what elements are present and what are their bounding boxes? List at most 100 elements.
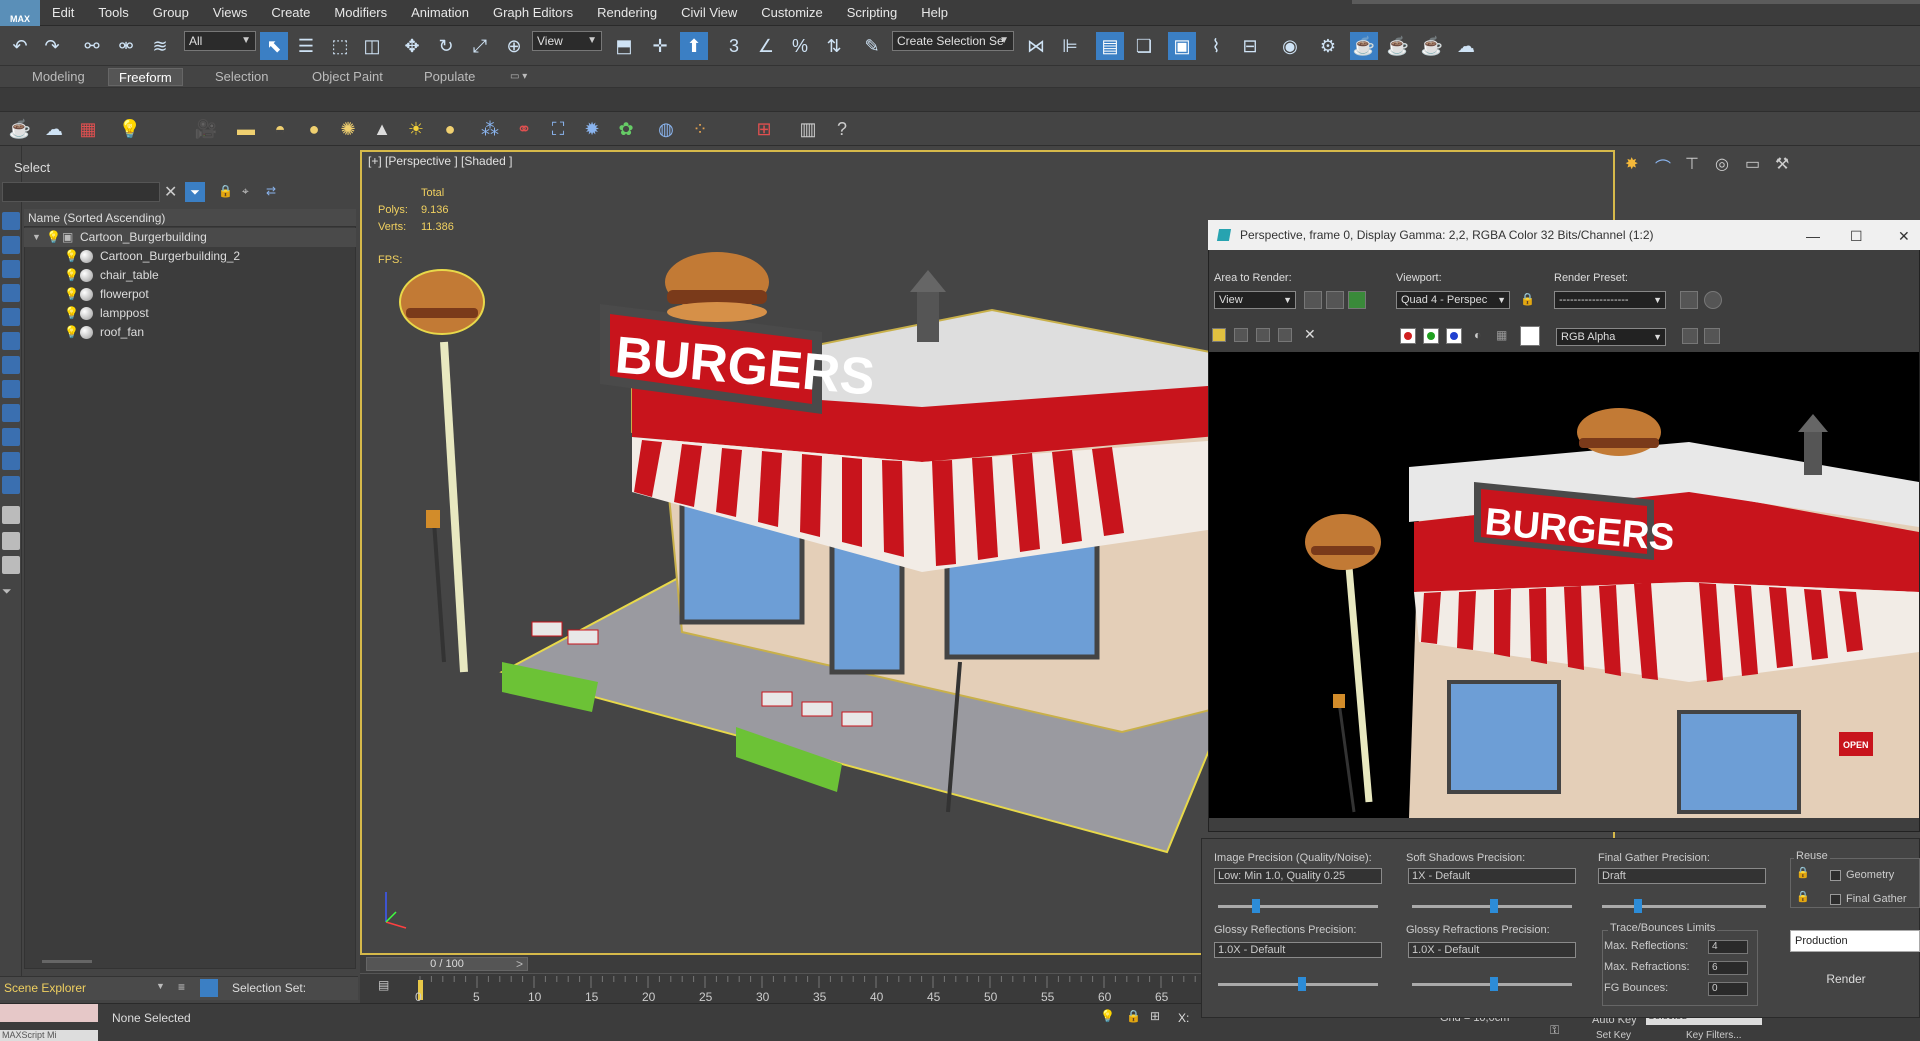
app-logo[interactable]: MAX bbox=[0, 0, 40, 26]
tab-freeform[interactable]: Freeform bbox=[108, 68, 183, 86]
link-icon[interactable]: ⚯ bbox=[78, 32, 106, 60]
image-precision-field[interactable]: Low: Min 1.0, Quality 0.25 bbox=[1214, 868, 1382, 884]
render-production-icon[interactable]: ☕ bbox=[1384, 32, 1412, 60]
render-setup-icon[interactable]: ⚙ bbox=[1314, 32, 1342, 60]
absolute-mode-icon[interactable]: ⊞ bbox=[1150, 1009, 1160, 1023]
scene-explorer-toggle-icon[interactable]: ▤ bbox=[1096, 32, 1124, 60]
lock-viewport-icon[interactable]: 🔒 bbox=[1520, 292, 1535, 306]
final-gather-field[interactable]: Draft bbox=[1598, 868, 1766, 884]
display-lights-icon[interactable] bbox=[2, 260, 20, 278]
alpha-channel-icon[interactable]: ◐ bbox=[1474, 328, 1481, 342]
environment-icon[interactable] bbox=[1348, 291, 1366, 309]
filter-toggle-icon[interactable]: ⏷ bbox=[185, 182, 205, 202]
tab-modeling[interactable]: Modeling bbox=[22, 68, 95, 86]
menu-animation[interactable]: Animation bbox=[399, 0, 481, 26]
menu-graph-editors[interactable]: Graph Editors bbox=[481, 0, 585, 26]
tree-row-root[interactable]: ▼ 💡 ▣ Cartoon_Burgerbuilding bbox=[24, 228, 356, 247]
light-list-icon[interactable]: 💡 bbox=[118, 117, 142, 141]
tree-row[interactable]: 💡 Cartoon_Burgerbuilding_2 bbox=[24, 247, 356, 266]
final-gather-slider[interactable] bbox=[1602, 905, 1766, 908]
render-iterative-icon[interactable]: ☕ bbox=[1418, 32, 1446, 60]
box-icon[interactable]: ▬ bbox=[234, 117, 258, 141]
layers-icon[interactable]: ≡ bbox=[178, 980, 185, 994]
max-reflections-spinner[interactable]: 4 bbox=[1708, 940, 1748, 954]
max-refractions-spinner[interactable]: 6 bbox=[1708, 961, 1748, 975]
ribbon-options-icon[interactable]: ▭ ▾ bbox=[500, 68, 537, 86]
display-groups-icon[interactable] bbox=[2, 356, 20, 374]
next-frame-icon[interactable]: > bbox=[516, 957, 523, 971]
auto-region-icon[interactable] bbox=[1326, 291, 1344, 309]
render-setup-icon[interactable] bbox=[1680, 291, 1698, 309]
utilities-tab-icon[interactable]: ⚒ bbox=[1775, 154, 1789, 174]
rendered-frame-window-icon[interactable]: ☕ bbox=[1350, 32, 1378, 60]
render-a360-icon[interactable]: ☁ bbox=[1452, 32, 1480, 60]
tree-row[interactable]: 💡 flowerpot bbox=[24, 285, 356, 304]
hemisphere-icon[interactable]: ◓ bbox=[268, 117, 292, 141]
bind-spacewarp-icon[interactable]: ≋ bbox=[146, 32, 174, 60]
production-dropdown[interactable]: Production bbox=[1790, 930, 1920, 952]
display-xrefs-icon[interactable] bbox=[2, 380, 20, 398]
keyboard-shortcut-icon[interactable]: ⬆ bbox=[680, 32, 708, 60]
teapot-icon[interactable]: ☕ bbox=[8, 117, 32, 141]
display-containers-icon[interactable] bbox=[2, 428, 20, 446]
pivot-icon[interactable]: ⬒ bbox=[610, 32, 638, 60]
lock-final-gather-icon[interactable]: 🔒 bbox=[1796, 890, 1810, 903]
copy-image-icon[interactable] bbox=[1234, 328, 1248, 342]
menu-create[interactable]: Create bbox=[259, 0, 322, 26]
display-cameras-icon[interactable] bbox=[2, 284, 20, 302]
rotate-icon[interactable]: ↻ bbox=[432, 32, 460, 60]
viewport-dropdown[interactable]: Quad 4 - Perspec ▼ bbox=[1396, 291, 1510, 309]
swatch-button[interactable] bbox=[1520, 326, 1540, 346]
percent-snap-icon[interactable]: % bbox=[786, 32, 814, 60]
display-all-icon[interactable] bbox=[2, 506, 20, 524]
lock-icon[interactable]: 🔒 bbox=[218, 184, 233, 198]
save-image-icon[interactable] bbox=[1212, 328, 1226, 342]
display-shapes-icon[interactable] bbox=[2, 236, 20, 254]
redo-icon[interactable]: ↷ bbox=[38, 32, 66, 60]
mirror-icon[interactable]: ⋈ bbox=[1022, 32, 1050, 60]
image-precision-slider[interactable] bbox=[1218, 905, 1378, 908]
blue-channel-button[interactable] bbox=[1446, 328, 1462, 344]
glossy-refractions-thumb[interactable] bbox=[1490, 977, 1498, 991]
display-bones-icon[interactable] bbox=[2, 404, 20, 422]
chevron-down-icon[interactable]: ▼ bbox=[156, 981, 165, 991]
align-icon[interactable]: ⊫ bbox=[1056, 32, 1084, 60]
red-channel-button[interactable] bbox=[1400, 328, 1416, 344]
sync-selection-icon[interactable]: ⇄ bbox=[266, 184, 276, 198]
sphere-icon[interactable]: ● bbox=[302, 117, 326, 141]
render-to-texture-icon[interactable]: ⊞ bbox=[752, 117, 776, 141]
display-channel-dropdown[interactable]: RGB Alpha ▼ bbox=[1556, 328, 1666, 346]
edit-named-sets-icon[interactable]: ✎ bbox=[858, 32, 886, 60]
hierarchy-mode-icon[interactable] bbox=[200, 979, 218, 997]
select-by-name-icon[interactable]: ☰ bbox=[292, 32, 320, 60]
create-tab-icon[interactable]: ✸ bbox=[1625, 154, 1638, 174]
viewport-label[interactable]: [+] [Perspective ] [Shaded ] bbox=[368, 154, 512, 168]
move-icon[interactable]: ✥ bbox=[398, 32, 426, 60]
area-to-render-dropdown[interactable]: View ▼ bbox=[1214, 291, 1296, 309]
foliage-icon[interactable]: ✿ bbox=[614, 117, 638, 141]
menu-edit[interactable]: Edit bbox=[40, 0, 86, 26]
final-gather-checkbox[interactable] bbox=[1830, 894, 1841, 905]
toggle-overlay-icon[interactable] bbox=[1682, 328, 1698, 344]
named-selection-dropdown[interactable]: Create Selection Se ▼ bbox=[892, 31, 1014, 51]
filter-icon[interactable]: ⏷ bbox=[2, 584, 20, 602]
select-manipulate-icon[interactable]: ✛ bbox=[646, 32, 674, 60]
display-invert-icon[interactable] bbox=[2, 556, 20, 574]
tree-row[interactable]: 💡 lamppost bbox=[24, 304, 356, 323]
green-channel-button[interactable] bbox=[1423, 328, 1439, 344]
clear-icon[interactable]: ✕ bbox=[1304, 326, 1316, 343]
menu-customize[interactable]: Customize bbox=[749, 0, 834, 26]
explorer-search-input[interactable] bbox=[2, 182, 160, 202]
cone-icon[interactable]: ▲ bbox=[370, 117, 394, 141]
minimize-icon[interactable]: — bbox=[1806, 228, 1820, 244]
help-icon[interactable]: ? bbox=[830, 117, 854, 141]
geometry-checkbox[interactable] bbox=[1830, 870, 1841, 881]
environment-effects-icon[interactable] bbox=[1704, 291, 1722, 309]
cloud-icon[interactable]: ☁ bbox=[42, 117, 66, 141]
hierarchy-tab-icon[interactable]: ⊤ bbox=[1685, 154, 1699, 174]
edit-region-icon[interactable] bbox=[1304, 291, 1322, 309]
key-icon[interactable]: ⚿ bbox=[1550, 1023, 1559, 1038]
particles-icon[interactable]: ⁂ bbox=[478, 117, 502, 141]
render-button[interactable]: Render bbox=[1796, 968, 1896, 990]
selection-lock-icon[interactable]: 🔒 bbox=[1126, 1009, 1141, 1023]
